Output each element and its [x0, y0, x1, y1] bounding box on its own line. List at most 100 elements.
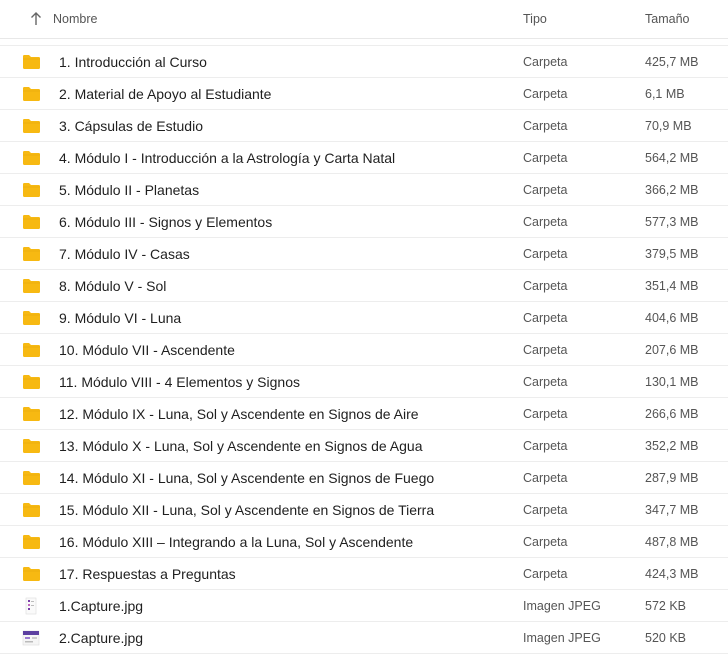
folder-row[interactable]: 14. Módulo XI - Luna, Sol y Ascendente e…: [0, 462, 728, 494]
folder-row[interactable]: 2. Material de Apoyo al Estudiante Carpe…: [0, 78, 728, 110]
file-type: Carpeta: [523, 534, 568, 549]
file-name: 10. Módulo VII - Ascendente: [59, 341, 235, 358]
file-icon-cell: [0, 342, 59, 358]
folder-icon: [23, 342, 40, 357]
file-icon-cell: [0, 182, 59, 198]
file-icon-cell: [0, 597, 59, 615]
file-name: 17. Respuestas a Preguntas: [59, 565, 236, 582]
folder-row[interactable]: 5. Módulo II - Planetas Carpeta 366,2 MB: [0, 174, 728, 206]
file-size: 379,5 MB: [645, 246, 699, 261]
file-name: 5. Módulo II - Planetas: [59, 181, 200, 198]
file-type: Carpeta: [523, 54, 568, 69]
folder-icon: [23, 470, 40, 485]
file-icon-cell: [0, 150, 59, 166]
file-size: 520 KB: [645, 630, 687, 645]
file-icon-cell: [0, 118, 59, 134]
file-size: 424,3 MB: [645, 566, 699, 581]
file-type: Carpeta: [523, 214, 568, 229]
folder-icon: [23, 118, 40, 133]
file-name: 15. Módulo XII - Luna, Sol y Ascendente …: [59, 501, 435, 518]
file-type: Carpeta: [523, 374, 568, 389]
file-size: 487,8 MB: [645, 534, 699, 549]
folder-row[interactable]: 8. Módulo V - Sol Carpeta 351,4 MB: [0, 270, 728, 302]
image-thumbnail-icon: [25, 597, 37, 614]
file-type: Carpeta: [523, 118, 568, 133]
file-type: Carpeta: [523, 470, 568, 485]
folder-row[interactable]: 4. Módulo I - Introducción a la Astrolog…: [0, 142, 728, 174]
file-row[interactable]: 2.Capture.jpg Imagen JPEG 520 KB: [0, 622, 728, 654]
folder-icon: [23, 534, 40, 549]
folder-icon: [23, 86, 40, 101]
file-type: Carpeta: [523, 438, 568, 453]
file-size: 577,3 MB: [645, 214, 699, 229]
file-row[interactable]: 1.Capture.jpg Imagen JPEG 572 KB: [0, 590, 728, 622]
file-name: 4. Módulo I - Introducción a la Astrolog…: [59, 149, 396, 166]
file-size: 287,9 MB: [645, 470, 699, 485]
file-icon-cell: [0, 214, 59, 230]
folder-icon: [23, 246, 40, 261]
file-rows: 1. Introducción al Curso Carpeta 425,7 M…: [0, 46, 728, 654]
file-size: 347,7 MB: [645, 502, 699, 517]
file-icon-cell: [0, 374, 59, 390]
folder-row[interactable]: 7. Módulo IV - Casas Carpeta 379,5 MB: [0, 238, 728, 270]
file-icon-cell: [0, 86, 59, 102]
column-header-size[interactable]: Tamaño: [645, 12, 725, 26]
folder-icon: [23, 310, 40, 325]
file-size: 425,7 MB: [645, 54, 699, 69]
file-size: 207,6 MB: [645, 342, 699, 357]
file-name: 8. Módulo V - Sol: [59, 277, 167, 294]
file-name: 9. Módulo VI - Luna: [59, 309, 182, 326]
column-header-name[interactable]: Nombre: [53, 12, 523, 26]
file-type: Carpeta: [523, 502, 568, 517]
folder-icon: [23, 182, 40, 197]
file-size: 564,2 MB: [645, 150, 699, 165]
file-icon-cell: [0, 566, 59, 582]
file-name: 16. Módulo XIII – Integrando a la Luna, …: [59, 533, 414, 550]
file-name: 2.Capture.jpg: [59, 629, 144, 646]
file-list: Nombre Tipo Tamaño 1. Introducción al Cu…: [0, 0, 728, 654]
file-icon-cell: [0, 246, 59, 262]
file-size: 404,6 MB: [645, 310, 699, 325]
file-size: 366,2 MB: [645, 182, 699, 197]
folder-row[interactable]: 16. Módulo XIII – Integrando a la Luna, …: [0, 526, 728, 558]
folder-icon: [23, 502, 40, 517]
file-name: 3. Cápsulas de Estudio: [59, 117, 203, 134]
file-name: 1.Capture.jpg: [59, 597, 144, 614]
folder-icon: [23, 566, 40, 581]
file-name: 1. Introducción al Curso: [59, 53, 207, 70]
folder-icon: [23, 150, 40, 165]
list-header: Nombre Tipo Tamaño: [0, 0, 728, 39]
file-type: Carpeta: [523, 310, 568, 325]
file-name: 11. Módulo VIII - 4 Elementos y Signos: [59, 373, 300, 390]
folder-row[interactable]: 15. Módulo XII - Luna, Sol y Ascendente …: [0, 494, 728, 526]
folder-row[interactable]: 17. Respuestas a Preguntas Carpeta 424,3…: [0, 558, 728, 590]
folder-icon: [23, 214, 40, 229]
folder-row[interactable]: 12. Módulo IX - Luna, Sol y Ascendente e…: [0, 398, 728, 430]
file-icon-cell: [0, 54, 59, 70]
file-type: Carpeta: [523, 406, 568, 421]
file-icon-cell: [0, 310, 59, 326]
file-name: 14. Módulo XI - Luna, Sol y Ascendente e…: [59, 469, 435, 486]
folder-row[interactable]: 3. Cápsulas de Estudio Carpeta 70,9 MB: [0, 110, 728, 142]
file-name: 12. Módulo IX - Luna, Sol y Ascendente e…: [59, 405, 419, 422]
file-icon-cell: [0, 406, 59, 422]
folder-row[interactable]: 9. Módulo VI - Luna Carpeta 404,6 MB: [0, 302, 728, 334]
file-size: 572 KB: [645, 598, 687, 613]
folder-row[interactable]: 10. Módulo VII - Ascendente Carpeta 207,…: [0, 334, 728, 366]
folder-row[interactable]: 11. Módulo VIII - 4 Elementos y Signos C…: [0, 366, 728, 398]
file-size: 352,2 MB: [645, 438, 699, 453]
header-spacer: [0, 39, 728, 46]
file-name: 6. Módulo III - Signos y Elementos: [59, 213, 273, 230]
file-size: 6,1 MB: [645, 86, 685, 101]
folder-row[interactable]: 13. Módulo X - Luna, Sol y Ascendente en…: [0, 430, 728, 462]
file-type: Carpeta: [523, 278, 568, 293]
column-header-type[interactable]: Tipo: [523, 12, 645, 26]
folder-row[interactable]: 1. Introducción al Curso Carpeta 425,7 M…: [0, 46, 728, 78]
arrow-up-icon[interactable]: [26, 12, 46, 26]
folder-icon: [23, 438, 40, 453]
file-icon-cell: [0, 470, 59, 486]
file-type: Carpeta: [523, 246, 568, 261]
image-thumbnail-icon: [22, 630, 40, 645]
folder-row[interactable]: 6. Módulo III - Signos y Elementos Carpe…: [0, 206, 728, 238]
file-name: 2. Material de Apoyo al Estudiante: [59, 85, 272, 102]
